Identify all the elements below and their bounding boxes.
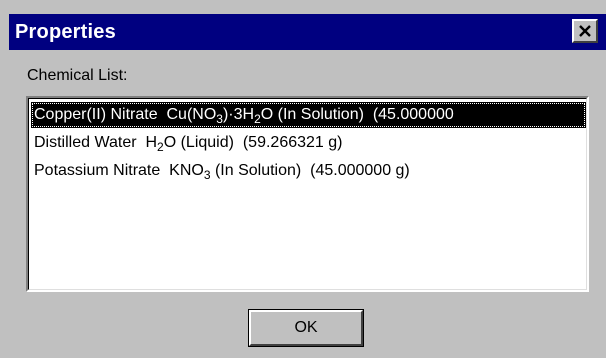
chemical-formula: KNO3 — [169, 162, 211, 182]
list-item[interactable]: Distilled Water H2O (Liquid) (59.266321 … — [31, 130, 348, 156]
chemical-list-label: Chemical List: — [27, 67, 128, 84]
chemical-listbox[interactable]: Copper(II) Nitrate Cu(NO3)·3H2O (In Solu… — [26, 96, 589, 292]
dialog-body: Chemical List: Copper(II) Nitrate Cu(NO3… — [9, 50, 606, 358]
window-title: Properties — [15, 21, 116, 43]
chemical-state: (In Solution) — [277, 106, 364, 123]
chemical-state: (Liquid) — [180, 134, 234, 151]
chemical-amount: (59.266321 g) — [242, 134, 343, 151]
properties-dialog: Properties Chemical List: Copper(II) Nit… — [0, 0, 606, 358]
chemical-name: Copper(II) Nitrate — [34, 106, 158, 123]
chemical-amount: (45.000000 g) — [310, 162, 410, 179]
title-bar[interactable]: Properties — [9, 14, 606, 50]
chemical-formula: H2O — [145, 134, 177, 154]
list-item[interactable]: Copper(II) Nitrate Cu(NO3)·3H2O (In Solu… — [31, 102, 586, 128]
ok-button[interactable]: OK — [248, 309, 364, 347]
listbox-frame: Copper(II) Nitrate Cu(NO3)·3H2O (In Solu… — [28, 98, 587, 290]
chemical-name: Potassium Nitrate — [34, 162, 161, 179]
chemical-name: Distilled Water — [34, 134, 137, 151]
chemical-state: (In Solution) — [214, 162, 302, 179]
ok-button-label: OK — [249, 310, 363, 346]
close-icon — [579, 25, 591, 37]
chemical-formula: Cu(NO3)·3H2O — [166, 106, 274, 126]
chemical-amount: (45.000000 — [372, 106, 454, 123]
close-button[interactable] — [572, 19, 598, 43]
list-item[interactable]: Potassium Nitrate KNO3 (In Solution) (45… — [31, 158, 416, 184]
